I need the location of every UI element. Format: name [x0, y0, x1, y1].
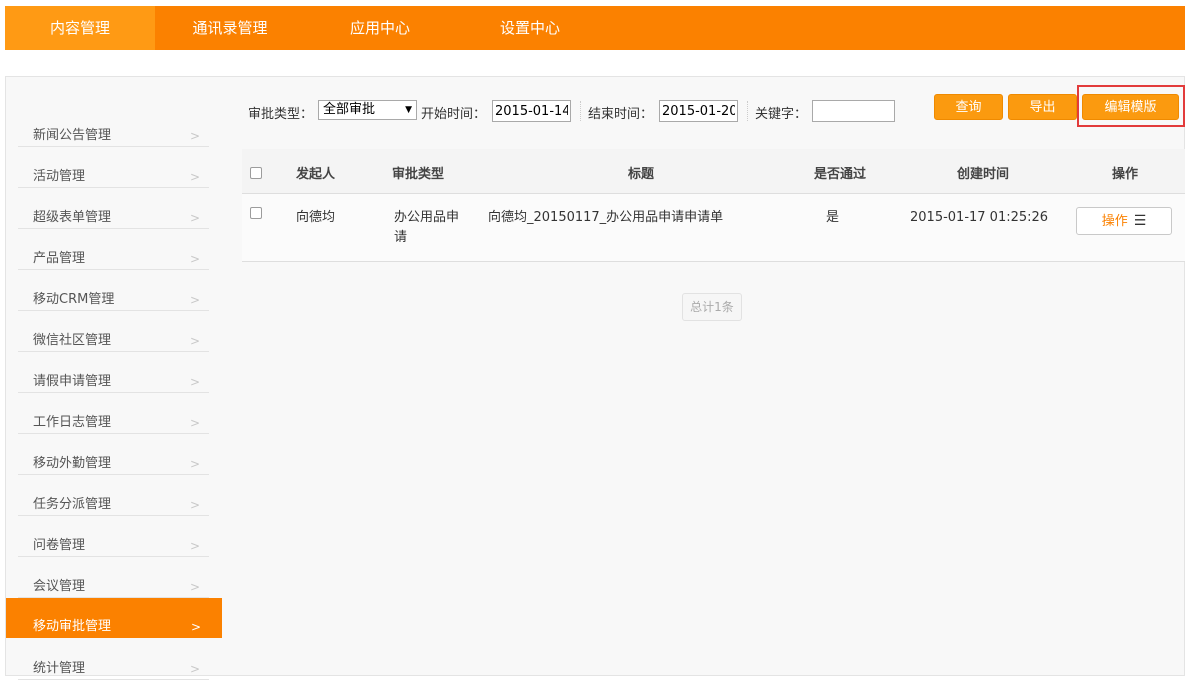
row-approved: 是 [826, 210, 840, 225]
select-all-checkbox[interactable] [250, 167, 262, 179]
sidebar-item-label: 微信社区管理 [33, 333, 112, 348]
column-header-created-time: 创建时间 [957, 167, 1010, 182]
column-header-approved: 是否通过 [814, 167, 867, 182]
sidebar-item-statistics[interactable]: 统计管理 > [18, 640, 209, 680]
table-header: 发起人 审批类型 标题 是否通过 创建时间 操作 [242, 149, 1185, 194]
sidebar-item-label: 移动审批管理 [33, 619, 112, 634]
chevron-right-icon: > [189, 457, 200, 471]
row-initiator: 向德均 [296, 210, 336, 225]
chevron-right-icon: > [189, 580, 200, 594]
start-time-label: 开始时间： [421, 107, 487, 122]
hamburger-menu-icon: ☰ [1133, 213, 1147, 229]
table-row: 向德均 办公用品申 请 向德均_20150117_办公用品申请申请单 是 201… [242, 194, 1185, 262]
chevron-right-icon: > [189, 252, 200, 266]
tab-app-center[interactable]: 应用中心 [305, 6, 455, 50]
row-checkbox[interactable] [250, 207, 262, 219]
start-time-input[interactable] [492, 100, 571, 122]
export-button[interactable]: 导出 [1008, 94, 1077, 120]
sidebar-item-field-work[interactable]: 移动外勤管理 > [18, 435, 209, 475]
sidebar-item-meeting[interactable]: 会议管理 > [18, 558, 209, 598]
sidebar-item-products[interactable]: 产品管理 > [18, 230, 209, 270]
tab-contacts-management[interactable]: 通讯录管理 [155, 6, 305, 50]
sidebar-item-activities[interactable]: 活动管理 > [18, 148, 209, 188]
sidebar-item-label: 统计管理 [33, 661, 86, 676]
sidebar-item-leave[interactable]: 请假申请管理 > [18, 353, 209, 393]
column-header-title: 标题 [628, 167, 655, 182]
sidebar-item-label: 活动管理 [33, 169, 86, 184]
sidebar-item-label: 产品管理 [33, 251, 86, 266]
row-created-time: 2015-01-17 01:25:26 [910, 210, 1049, 225]
query-button[interactable]: 查询 [934, 94, 1003, 120]
chevron-right-icon: > [189, 293, 200, 307]
chevron-right-icon: > [190, 620, 201, 634]
sidebar-item-label: 问卷管理 [33, 538, 86, 553]
end-time-label: 结束时间： [588, 107, 654, 122]
row-approval-type: 办公用品申 请 [394, 208, 474, 248]
approval-type-value: 全部审批 [323, 102, 376, 117]
sidebar-item-survey[interactable]: 问卷管理 > [18, 517, 209, 557]
row-approval-type-line: 办公用品申 [394, 210, 460, 225]
sidebar: 新闻公告管理 > 活动管理 > 超级表单管理 > 产品管理 > 移动CRM管理 > 微信社… [6, 77, 222, 680]
chevron-right-icon: > [189, 129, 200, 143]
column-header-approval-type: 审批类型 [392, 167, 445, 182]
keyword-input[interactable] [812, 100, 895, 122]
tab-settings-center[interactable]: 设置中心 [455, 6, 605, 50]
sidebar-item-label: 任务分派管理 [33, 497, 112, 512]
sidebar-item-wechat-community[interactable]: 微信社区管理 > [18, 312, 209, 352]
sidebar-item-label: 超级表单管理 [33, 210, 112, 225]
chevron-right-icon: > [189, 416, 200, 430]
sidebar-item-label: 请假申请管理 [33, 374, 112, 389]
sidebar-item-label: 移动外勤管理 [33, 456, 112, 471]
row-approval-type-line: 请 [394, 230, 408, 245]
sidebar-item-label: 移动CRM管理 [33, 292, 115, 307]
end-time-input[interactable] [659, 100, 738, 122]
dropdown-arrow-icon: ▼ [405, 105, 412, 115]
approval-type-select[interactable]: 全部审批 ▼ [318, 100, 417, 120]
chevron-right-icon: > [189, 662, 200, 676]
chevron-right-icon: > [189, 170, 200, 184]
sidebar-item-task-dispatch[interactable]: 任务分派管理 > [18, 476, 209, 516]
column-header-actions: 操作 [1112, 167, 1139, 182]
total-count-badge: 总计1条 [682, 293, 742, 321]
sidebar-item-work-log[interactable]: 工作日志管理 > [18, 394, 209, 434]
sidebar-item-mobile-approval[interactable]: 移动审批管理 > [6, 598, 222, 638]
approval-type-label: 审批类型： [248, 107, 314, 122]
chevron-right-icon: > [189, 375, 200, 389]
top-nav: 内容管理 通讯录管理 应用中心 设置中心 [5, 6, 1185, 50]
chevron-right-icon: > [189, 211, 200, 225]
sidebar-item-label: 工作日志管理 [33, 415, 112, 430]
tab-content-management[interactable]: 内容管理 [5, 6, 155, 50]
main-panel: 新闻公告管理 > 活动管理 > 超级表单管理 > 产品管理 > 移动CRM管理 > 微信社… [5, 76, 1185, 680]
chevron-right-icon: > [189, 498, 200, 512]
chevron-right-icon: > [189, 539, 200, 553]
row-title: 向德均_20150117_办公用品申请申请单 [488, 210, 724, 225]
row-action-label: 操作 [1101, 214, 1128, 229]
sidebar-item-news[interactable]: 新闻公告管理 > [18, 107, 209, 147]
row-action-button[interactable]: 操作 ☰ [1076, 207, 1172, 235]
sidebar-item-label: 会议管理 [33, 579, 86, 594]
sidebar-item-super-form[interactable]: 超级表单管理 > [18, 189, 209, 229]
chevron-right-icon: > [189, 334, 200, 348]
sidebar-item-crm[interactable]: 移动CRM管理 > [18, 271, 209, 311]
keyword-label: 关键字： [755, 107, 808, 122]
edit-template-button[interactable]: 编辑模版 [1082, 94, 1179, 120]
filter-divider [747, 101, 748, 121]
sidebar-item-label: 新闻公告管理 [33, 128, 112, 143]
column-header-initiator: 发起人 [296, 167, 336, 182]
filter-divider [580, 101, 581, 121]
